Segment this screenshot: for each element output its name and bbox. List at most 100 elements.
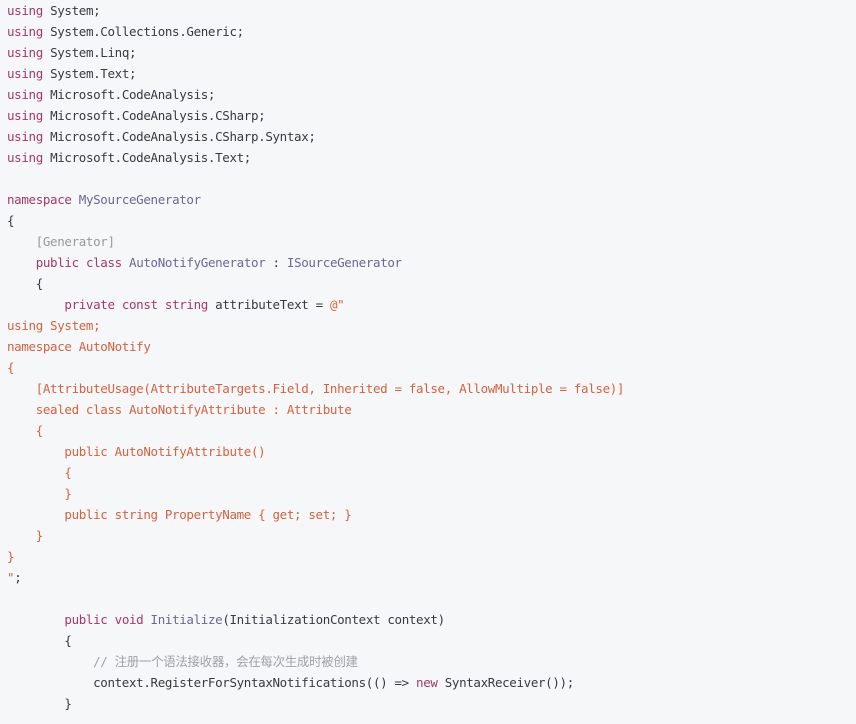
keyword-token: using [7,24,43,39]
code-line: } [7,546,624,567]
keyword-token: using [7,45,43,60]
type-token: AutoNotifyGenerator [129,255,266,270]
text-token: System.Collections.Generic; [42,24,244,39]
code-line: private const string attributeText = @" [7,294,624,315]
code-line: [Generator] [7,231,624,252]
code-line: { [7,630,624,651]
comment-token: // 注册一个语法接收器，会在每次生成时被创建 [93,654,358,669]
code-line: sealed class AutoNotifyAttribute : Attri… [7,399,624,420]
code-line: public string PropertyName { get; set; } [7,504,624,525]
keyword-token: void [114,612,144,627]
string-token: @" [329,297,345,312]
code-line: using System; [7,0,624,21]
type-token: Initialize [150,612,223,627]
code-line: { [7,462,624,483]
string-token: { [7,465,72,480]
keyword-token: using [7,150,43,165]
code-line: } [7,525,624,546]
text-token: Microsoft.CodeAnalysis; [42,87,216,102]
text-token: { [7,276,44,291]
keyword-token: using [7,3,43,18]
code-line: using System.Collections.Generic; [7,21,624,42]
keyword-token: namespace [7,192,72,207]
keyword-token: using [7,129,43,144]
keyword-token: private [64,297,115,312]
code-line: { [7,357,624,378]
code-line: using Microsoft.CodeAnalysis.CSharp; [7,105,624,126]
code-line: context.RegisterForSyntaxNotifications((… [7,672,624,693]
code-line: using System; [7,315,624,336]
string-token: namespace AutoNotify [7,339,151,354]
code-line: { [7,273,624,294]
text-token: System.Linq; [42,45,137,60]
keyword-token: string [164,297,208,312]
code-line: { [7,210,624,231]
keyword-token: const [121,297,158,312]
text-token: Microsoft.CodeAnalysis.Text; [42,150,251,165]
text-token: : [265,255,287,270]
text-token: } [7,696,72,711]
code-line: using Microsoft.CodeAnalysis.CSharp.Synt… [7,126,624,147]
code-block: using System; using System.Collections.Ge… [0,0,624,714]
code-line: using System.Linq; [7,42,624,63]
code-line: namespace MySourceGenerator [7,189,624,210]
code-line: namespace AutoNotify [7,336,624,357]
code-line: public AutoNotifyAttribute() [7,441,624,462]
code-line: [AttributeUsage(AttributeTargets.Field, … [7,378,625,399]
text-token: { [7,213,15,228]
string-token: sealed class AutoNotifyAttribute : Attri… [7,402,352,417]
keyword-token: new [416,675,438,690]
keyword-token: class [85,255,122,270]
string-token: public string PropertyName { get; set; } [7,507,352,522]
code-line: public class AutoNotifyGenerator : ISour… [7,252,624,273]
code-line: using Microsoft.CodeAnalysis; [7,84,624,105]
code-line: } [7,483,624,504]
type-token: ISourceGenerator [286,255,402,270]
text-token: (InitializationContext context) [222,612,445,627]
string-token: { [7,360,15,375]
string-token: } [7,549,15,564]
text-token: { [7,633,72,648]
string-token: using System; [7,318,101,333]
string-token: [AttributeUsage(AttributeTargets.Field, … [7,381,625,396]
code-line: } [7,693,624,714]
type-token: MySourceGenerator [78,192,201,207]
text-token: attributeText = [207,297,330,312]
keyword-token: public [64,612,108,627]
keyword-token: public [35,255,79,270]
attribute-token: [Generator] [35,234,115,249]
string-token: public AutoNotifyAttribute() [7,444,266,459]
text-token: SyntaxReceiver()); [437,675,575,690]
string-token: } [7,486,72,501]
code-line: // 注册一个语法接收器，会在每次生成时被创建 [7,651,624,672]
text-token: ; [14,570,22,585]
code-line: { [7,420,624,441]
text-token: System.Text; [42,66,137,81]
keyword-token: using [7,66,43,81]
code-line: "; [7,567,624,588]
text-token: System; [42,3,101,18]
string-token: } [7,528,44,543]
string-token: { [7,423,44,438]
text-token: Microsoft.CodeAnalysis.CSharp; [42,108,266,123]
text-token: context.RegisterForSyntaxNotifications((… [7,675,417,690]
code-line: public void Initialize(InitializationCon… [7,609,624,630]
text-token: Microsoft.CodeAnalysis.CSharp.Syntax; [42,129,316,144]
keyword-token: using [7,108,43,123]
code-line: using Microsoft.CodeAnalysis.Text; [7,147,624,168]
code-line: using System.Text; [7,63,624,84]
